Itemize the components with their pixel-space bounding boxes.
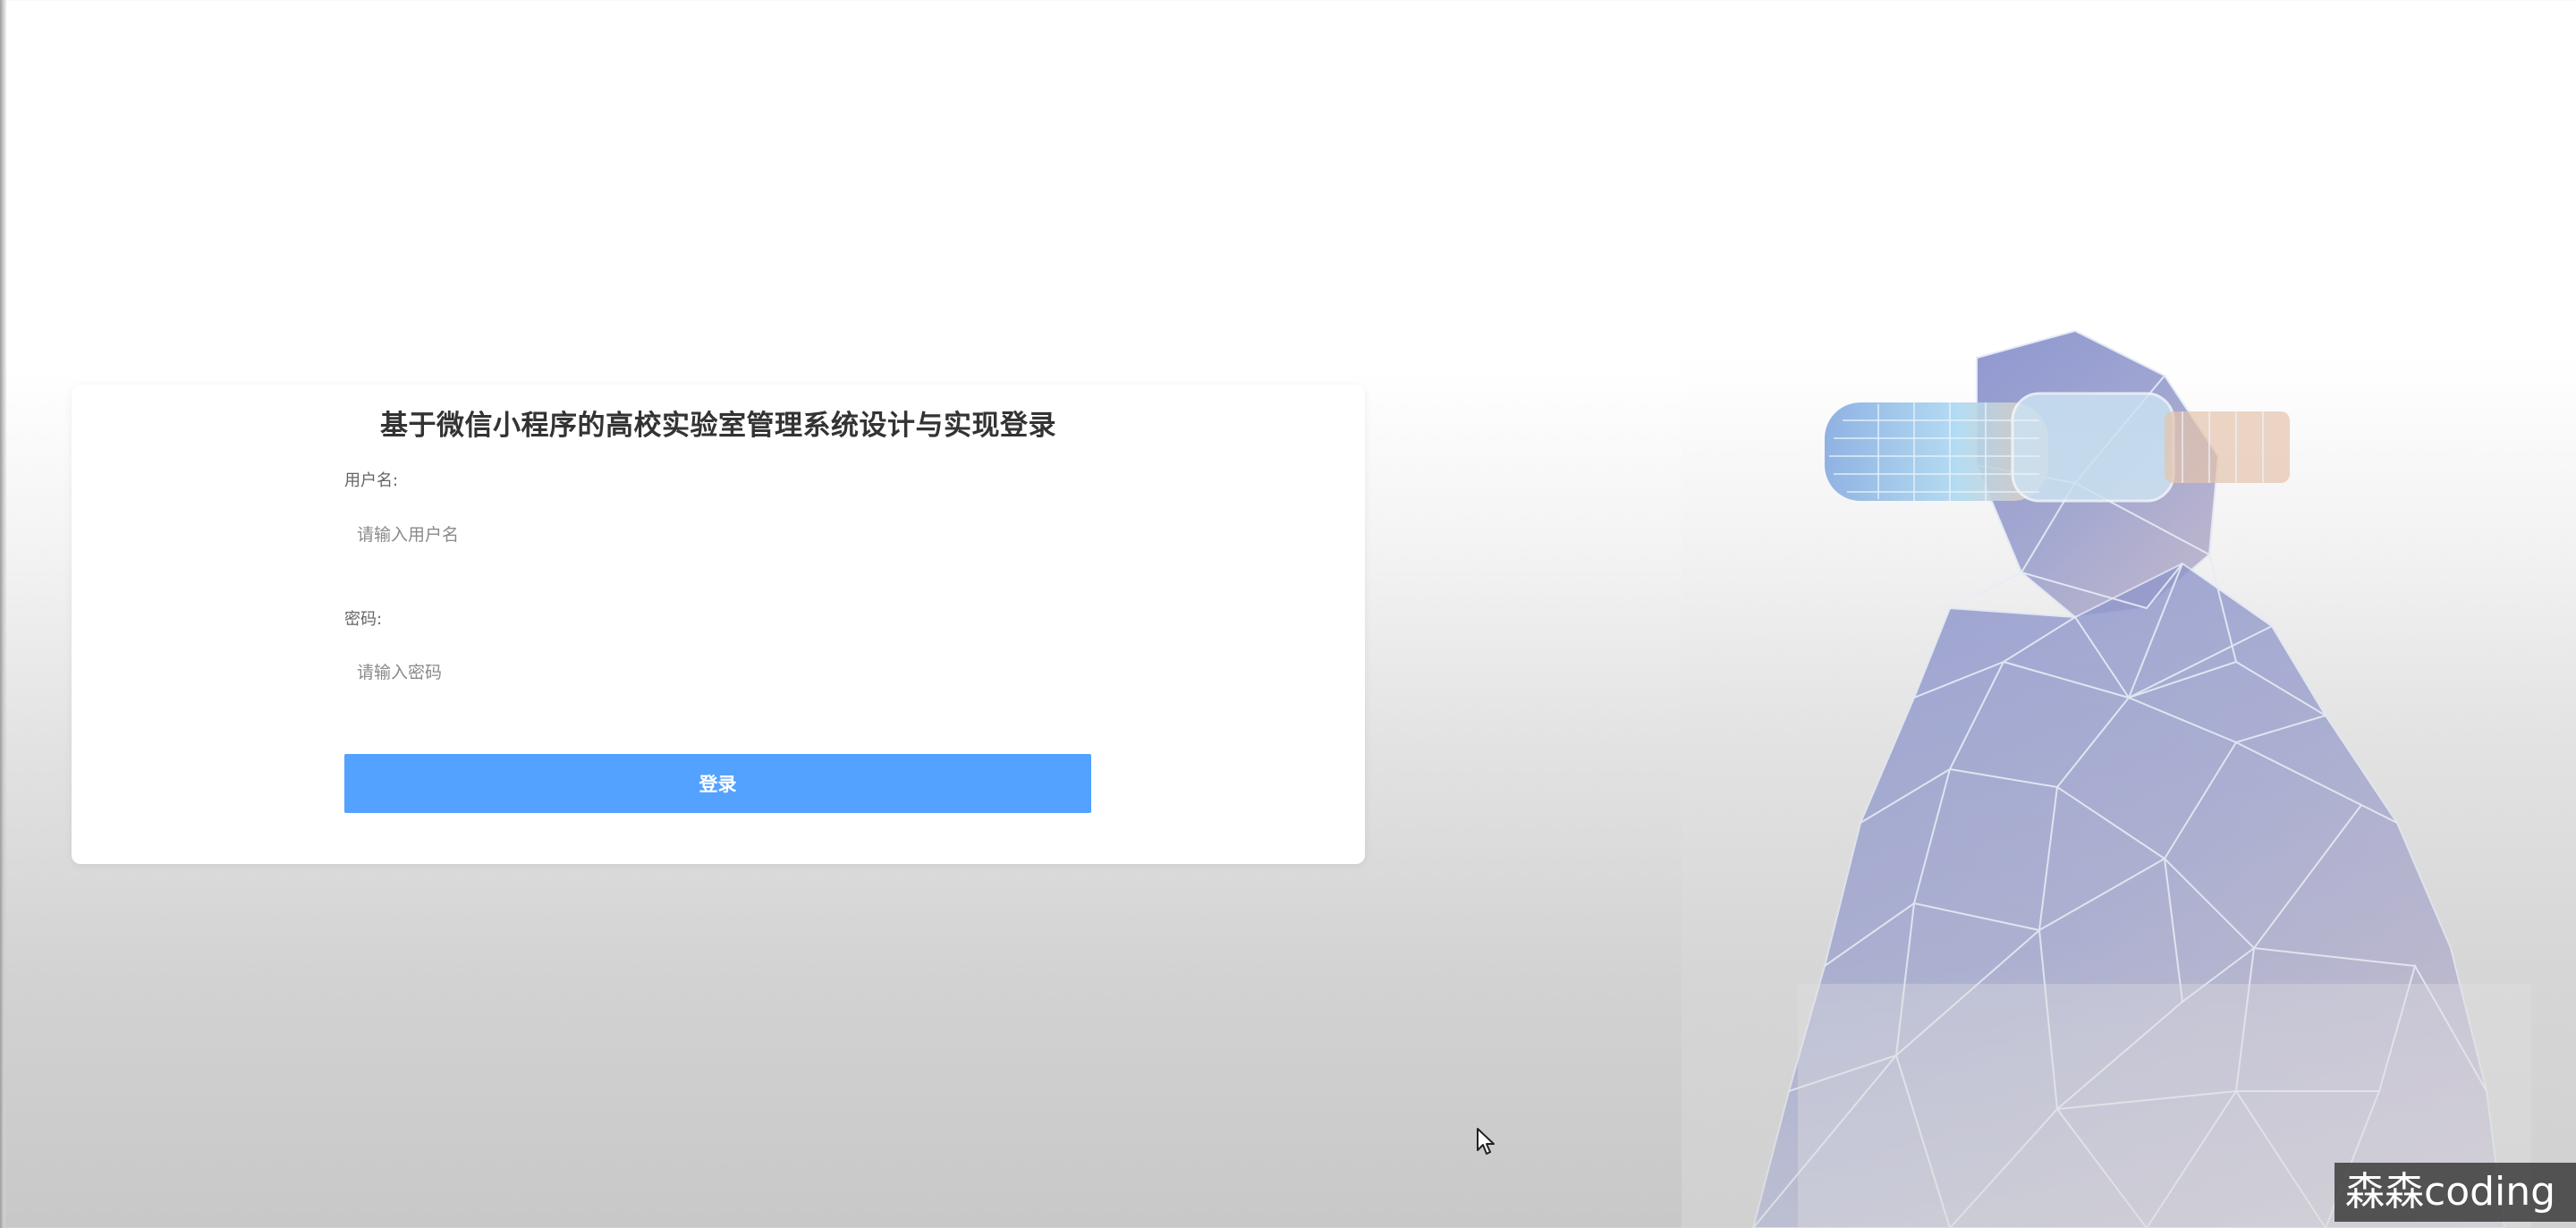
vr-headset-person-illustration bbox=[1682, 322, 2576, 1228]
username-input[interactable] bbox=[344, 510, 1090, 560]
password-label: 密码: bbox=[344, 610, 383, 629]
login-card: 基于微信小程序的高校实验室管理系统设计与实现登录 用户名: 密码: 登录 bbox=[72, 385, 1365, 864]
window-edge-shadow bbox=[0, 0, 7, 1228]
password-input[interactable] bbox=[344, 648, 1090, 698]
login-title: 基于微信小程序的高校实验室管理系统设计与实现登录 bbox=[380, 410, 1056, 442]
username-label: 用户名: bbox=[344, 471, 399, 490]
mouse-cursor-icon bbox=[1477, 1128, 1495, 1155]
login-button[interactable]: 登录 bbox=[344, 754, 1091, 813]
watermark-label: 森森coding bbox=[2334, 1163, 2576, 1222]
